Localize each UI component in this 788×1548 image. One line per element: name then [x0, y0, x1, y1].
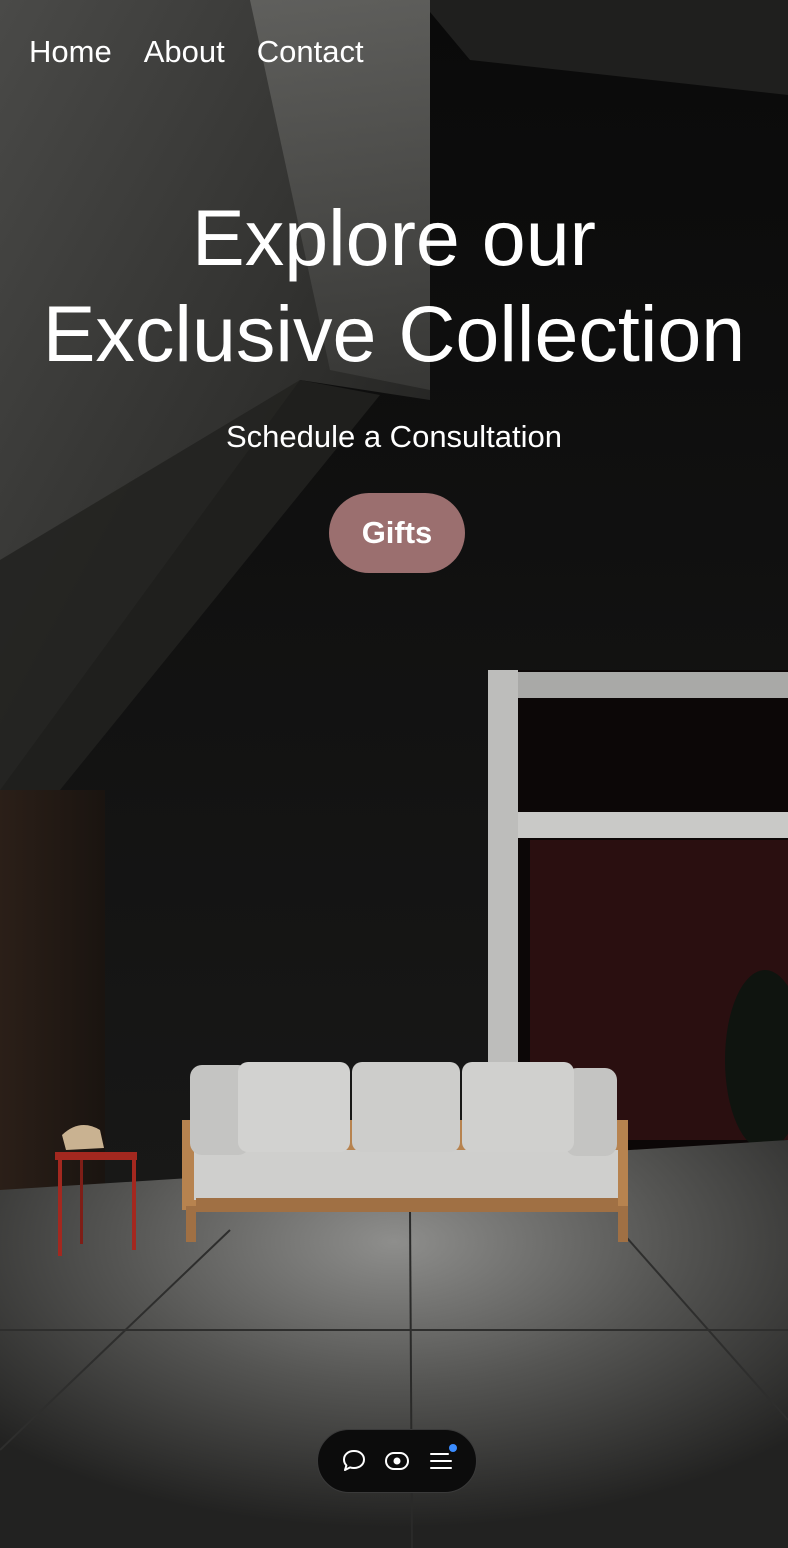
nav-about-link[interactable]: About: [144, 32, 225, 72]
eye-icon: [385, 1452, 409, 1470]
gifts-button[interactable]: Gifts: [329, 493, 465, 573]
hero-headline-line2: Exclusive Collection: [42, 289, 746, 378]
floating-toolbar: [317, 1429, 477, 1493]
notification-dot: [448, 1444, 457, 1452]
hero-headline: Explore our Exclusive Collection: [0, 190, 788, 382]
hero-headline-line1: Explore our: [192, 193, 596, 282]
menu-button[interactable]: [423, 1443, 459, 1479]
page: Home About Contact Explore our Exclusive…: [0, 0, 788, 1548]
view-button[interactable]: [379, 1443, 415, 1479]
nav-contact-link[interactable]: Contact: [257, 32, 364, 72]
menu-icon: [429, 1453, 452, 1469]
nav-home-link[interactable]: Home: [29, 32, 112, 72]
top-nav: Home About Contact: [29, 32, 364, 72]
chat-button[interactable]: [336, 1443, 372, 1479]
chat-bubble-icon: [342, 1450, 365, 1471]
schedule-consultation-link[interactable]: Schedule a Consultation: [0, 418, 788, 456]
